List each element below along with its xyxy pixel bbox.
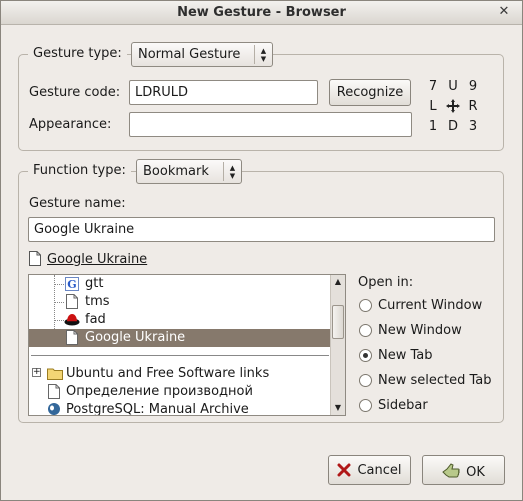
tree-item-derivative[interactable]: Определение производной [29,383,331,401]
tree-item-label: Google Ukraine [85,330,186,345]
radio-circle [359,374,372,387]
tree-item-label: tms [85,294,110,309]
radio-label: New Window [378,323,462,338]
radio-label: Sidebar [378,398,428,413]
function-type-value: Bookmark [143,164,209,179]
window-title: New Gesture - Browser [177,5,346,20]
appearance-label: Appearance: [29,117,112,132]
ok-label: OK [466,465,485,480]
cancel-button[interactable]: Cancel [328,455,411,485]
tree-scrollbar[interactable]: ▲ ▼ [330,275,345,415]
combo-arrows-icon: ▲ ▼ [254,45,272,64]
open-in-label: Open in: [358,275,414,290]
recognize-button[interactable]: Recognize [329,79,411,106]
radio-circle-checked [359,349,372,362]
postgresql-icon [46,402,62,415]
title-bar[interactable]: New Gesture - Browser ✕ [1,1,522,25]
radio-circle [359,299,372,312]
tree-item-label: PostgreSQL: Manual Archive [66,402,249,416]
gesture-type-value: Normal Gesture [138,47,241,62]
tree-item-gtt[interactable]: G gtt [29,275,331,293]
bookmark-link-text: Google Ukraine [47,252,148,267]
cancel-icon [337,463,351,481]
tree-item-label: gtt [85,276,104,291]
redhat-icon [64,312,80,328]
gesture-type-combo[interactable]: Normal Gesture ▲ ▼ [131,42,273,67]
grid-right: R [468,99,478,114]
tree-item-label: Определение производной [66,384,253,399]
tree-item-tms[interactable]: tms [29,293,331,311]
combo-arrows-icon: ▲ ▼ [223,162,241,181]
gesture-code-label: Gesture code: [29,85,121,100]
function-type-label: Function type: [28,163,131,178]
tree-item-fad[interactable]: fad [29,311,331,329]
radio-label: New selected Tab [378,373,492,388]
radio-label: New Tab [378,348,433,363]
ok-hand-icon [442,463,460,483]
gesture-type-label: Gesture type: [28,46,127,61]
grid-3: 3 [468,119,478,134]
tree-item-google-ukraine[interactable]: Google Ukraine [29,329,331,347]
ok-button[interactable]: OK [422,455,505,485]
appearance-field[interactable] [129,112,412,137]
tree-item-ubuntu-folder[interactable]: + Ubuntu and Free Software links [29,365,331,383]
scroll-up-icon[interactable]: ▲ [331,275,345,289]
gesture-name-label: Gesture name: [29,196,126,211]
grid-up: U [448,79,458,94]
grid-7: 7 [428,79,438,94]
page-icon [29,251,41,270]
tree-item-label: Ubuntu and Free Software links [66,366,270,381]
scroll-down-icon[interactable]: ▼ [331,401,345,415]
page-icon [66,330,79,346]
tree-item-label: fad [85,312,106,327]
gesture-name-field[interactable]: Google Ukraine [28,217,495,242]
grid-down: D [447,119,458,134]
radio-circle [359,324,372,337]
gesture-code-field[interactable]: LDRULD [129,80,318,105]
cancel-label: Cancel [357,463,402,478]
page-icon [66,294,79,310]
page-icon [48,384,61,400]
grid-9: 9 [468,79,478,94]
tree-separator [31,355,329,356]
svg-text:G: G [67,278,76,291]
tree-item-postgresql[interactable]: PostgreSQL: Manual Archive [29,401,331,416]
bookmark-link[interactable]: Google Ukraine [29,251,147,270]
google-favicon-icon: G [65,276,79,292]
bookmark-tree[interactable]: G gtt tms fad Google Ukraine + Ubuntu an… [28,274,346,416]
close-icon[interactable]: ✕ [496,4,512,20]
radio-label: Current Window [378,298,483,313]
scroll-thumb[interactable] [332,305,344,339]
expander-icon[interactable]: + [32,368,41,377]
folder-icon [47,366,63,382]
function-type-combo[interactable]: Bookmark ▲ ▼ [136,159,242,184]
move-cursor-icon [446,99,460,117]
radio-circle [359,399,372,412]
grid-1: 1 [428,119,438,134]
dialog-window: New Gesture - Browser ✕ Gesture type: No… [0,0,523,501]
grid-left: L [429,99,437,114]
